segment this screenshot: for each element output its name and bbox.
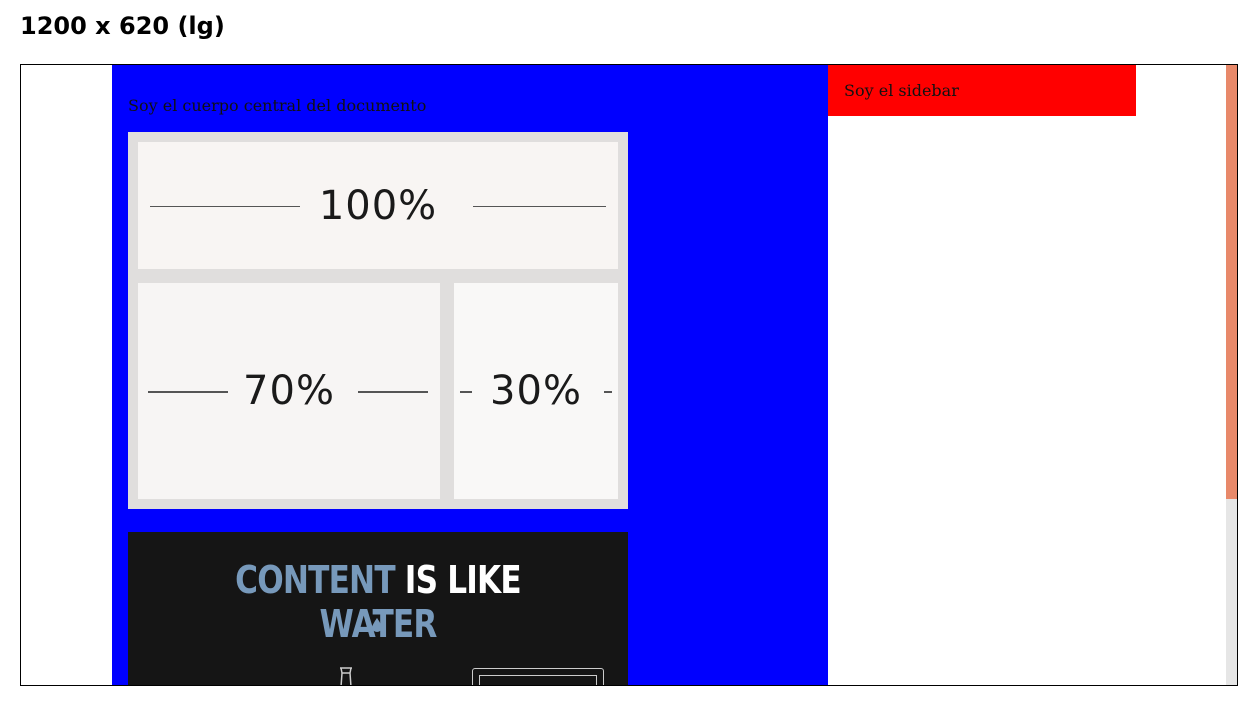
sidebar-text: Soy el sidebar — [844, 81, 959, 100]
water-drop-icon — [372, 618, 382, 632]
tv-inner-frame — [479, 675, 597, 685]
rule-line — [473, 205, 606, 207]
preview-viewport: Soy el cuerpo central del documento 100%… — [20, 64, 1238, 686]
rule-line — [148, 391, 228, 393]
rule-line — [604, 391, 612, 393]
vertical-scrollbar[interactable] — [1226, 65, 1237, 685]
water-headline: CONTENT IS LIKE WATER — [173, 558, 583, 646]
layout-percentages-image: 100% 70% 30% — [128, 132, 628, 509]
tv-screen-icon — [472, 668, 604, 685]
frame-title: 1200 x 620 (lg) — [20, 12, 225, 40]
label-100: 100% — [318, 182, 438, 229]
headline-word-content: CONTENT — [235, 558, 395, 602]
headline-word-is-like: IS LIKE — [404, 558, 522, 602]
sidebar: Soy el sidebar — [828, 65, 1136, 116]
scrollbar-thumb[interactable] — [1226, 65, 1237, 499]
label-30: 30% — [490, 368, 582, 414]
glass-icon — [340, 667, 352, 685]
main-content: Soy el cuerpo central del documento 100%… — [112, 65, 828, 685]
cell-70: 70% — [138, 283, 440, 499]
rule-line — [150, 205, 300, 207]
main-text: Soy el cuerpo central del documento — [128, 96, 427, 115]
content-is-like-water-image: CONTENT IS LIKE WATER — [128, 532, 628, 685]
cell-100: 100% — [138, 142, 618, 269]
rule-line — [358, 391, 428, 393]
rule-line — [460, 391, 472, 393]
cell-30: 30% — [454, 283, 618, 499]
label-70: 70% — [243, 368, 335, 414]
